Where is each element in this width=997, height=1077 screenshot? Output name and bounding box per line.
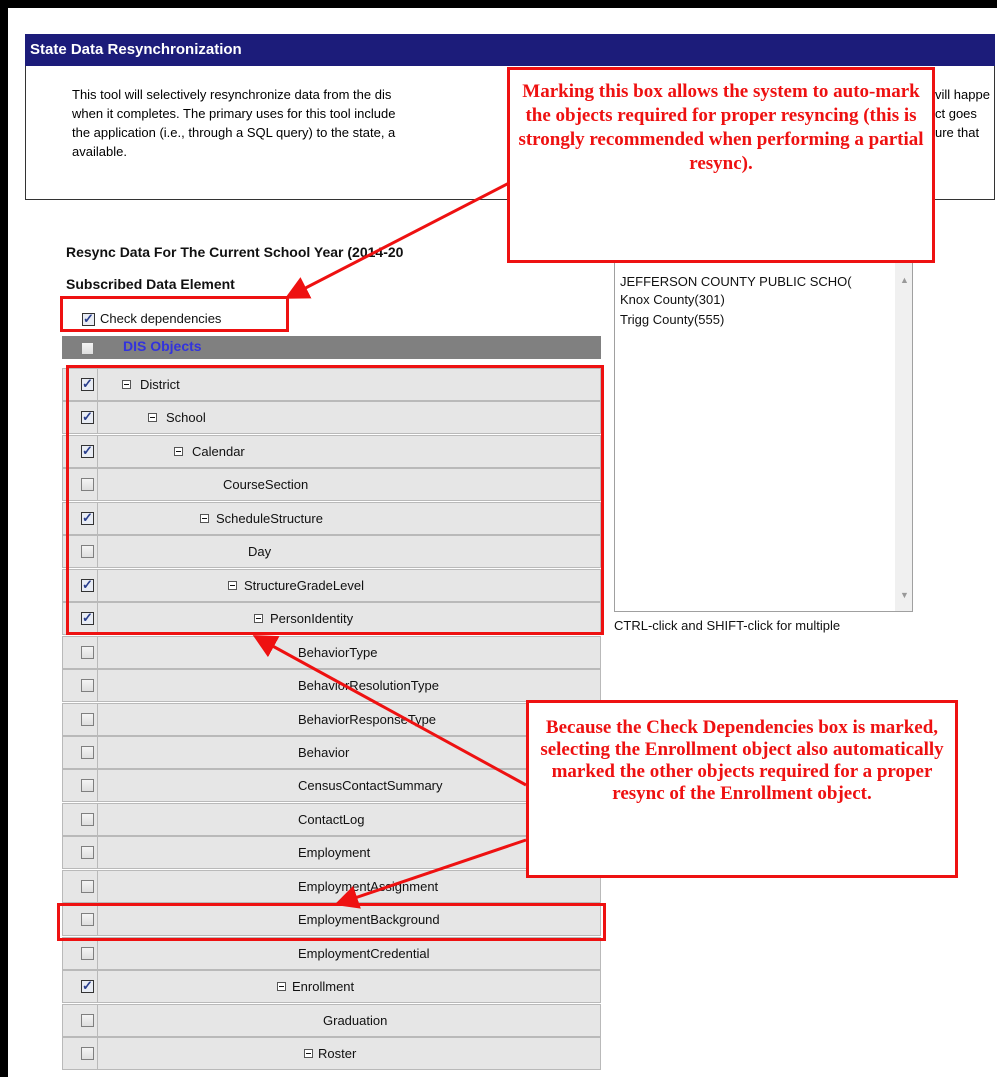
callout-enrollment: Because the Check Dependencies box is ma… [526, 700, 958, 878]
arrow-to-check-dependencies [284, 178, 516, 299]
arrow-to-enrollment [334, 838, 527, 909]
callout-check-dependencies: Marking this box allows the system to au… [507, 67, 935, 263]
arrow-to-dependencies [252, 635, 527, 787]
